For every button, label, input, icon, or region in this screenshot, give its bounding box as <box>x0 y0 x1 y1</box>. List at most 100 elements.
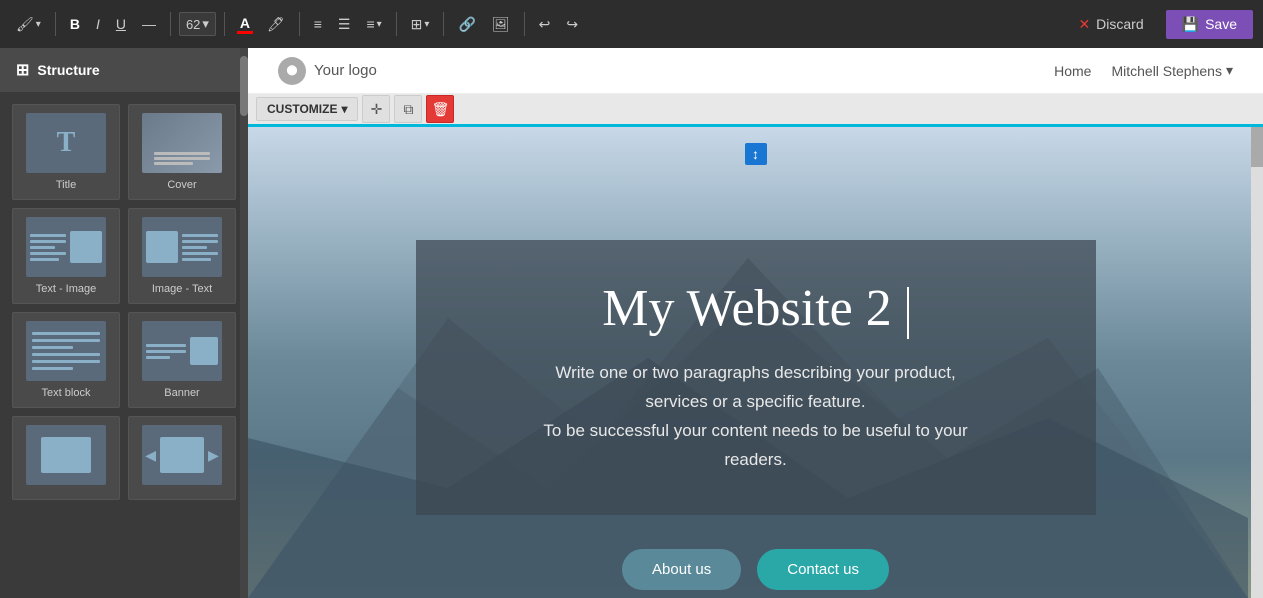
bold-btn[interactable]: B <box>64 12 86 36</box>
block-preview-slideshow: ◀ ▶ <box>142 425 222 485</box>
t4 <box>30 252 66 255</box>
hero-subtitle[interactable]: Write one or two paragraphs describing y… <box>466 359 1046 475</box>
hero-subtitle-line4: readers. <box>724 450 786 469</box>
about-us-btn[interactable]: About us <box>622 549 741 590</box>
save-icon: 💾 <box>1182 16 1199 33</box>
hero-content-box[interactable]: My Website 2 Write one or two paragraphs… <box>416 240 1096 515</box>
block-item-text-image[interactable]: Text - Image <box>12 208 120 304</box>
block-item-slideshow[interactable]: ◀ ▶ <box>128 416 236 500</box>
canvas-scrollbar[interactable] <box>1251 127 1263 598</box>
save-btn[interactable]: 💾 Save <box>1166 10 1253 39</box>
move-btn[interactable]: ✛ <box>362 95 390 123</box>
customize-arrow-icon: ▾ <box>341 102 347 116</box>
text-color-btn[interactable]: A <box>233 13 257 36</box>
text-image-preview <box>26 217 106 277</box>
banner-text-lines <box>146 344 186 359</box>
toolbar-left: 🖌 ▾ B I U — 62 ▾ A 🖊 ≡ ☰ ≡ ▾ ⊞ ▾ 🔗 🖼 ↩ ↪ <box>10 12 1060 37</box>
image-text-preview <box>142 217 222 277</box>
nav-home-link[interactable]: Home <box>1054 63 1091 79</box>
block-item-cover[interactable]: Cover <box>128 104 236 200</box>
bn1 <box>146 344 186 347</box>
move-icon: ✛ <box>371 101 383 118</box>
canvas-scrollbar-thumb[interactable] <box>1251 127 1263 167</box>
it2 <box>182 240 218 243</box>
block-label-title: Title <box>56 179 76 191</box>
title-cursor <box>907 287 909 339</box>
slideshow-img <box>160 437 204 473</box>
t1 <box>30 234 66 237</box>
gallery-preview <box>26 425 106 485</box>
it4 <box>182 252 218 255</box>
banner-preview <box>142 321 222 381</box>
undo-btn[interactable]: ↩ <box>533 12 557 37</box>
customize-btn[interactable]: CUSTOMIZE ▾ <box>256 97 358 121</box>
sidebar: ⊞ Structure T Title <box>0 48 248 598</box>
site-nav: ⬤ Your logo Home Mitchell Stephens ▾ <box>248 48 1263 94</box>
copy-icon: ⧉ <box>403 101 413 118</box>
table-btn[interactable]: ⊞ ▾ <box>405 12 436 37</box>
toolbar-divider-2 <box>170 12 171 36</box>
nav-user-name: Mitchell Stephens <box>1111 63 1222 79</box>
block-preview-banner <box>142 321 222 381</box>
list-ul-btn[interactable]: ≡ <box>308 12 328 36</box>
paint-btn[interactable]: 🖊 <box>261 12 291 37</box>
link-btn[interactable]: 🔗 <box>452 12 481 37</box>
image-text-lines <box>182 221 218 273</box>
image-insert-btn[interactable]: 🖼 <box>486 12 516 37</box>
align-btn[interactable]: ≡ ▾ <box>360 12 387 36</box>
redo-btn[interactable]: ↪ <box>560 12 584 37</box>
resize-cursor-indicator: ↕ <box>745 143 767 165</box>
block-preview-textblock <box>26 321 106 381</box>
it3 <box>182 246 207 249</box>
block-item-title[interactable]: T Title <box>12 104 120 200</box>
customize-bar: CUSTOMIZE ▾ ✛ ⧉ 🗑 <box>248 94 1263 127</box>
slideshow-arrow-left: ◀ <box>145 447 156 464</box>
customize-label: CUSTOMIZE <box>267 102 337 116</box>
block-label-textblock: Text block <box>42 387 91 399</box>
discard-btn[interactable]: ✕ Discard <box>1064 10 1157 39</box>
sidebar-header-label: Structure <box>37 62 99 78</box>
text-color-bar <box>237 31 253 34</box>
logo-text: Your logo <box>314 62 377 79</box>
nav-user[interactable]: Mitchell Stephens ▾ <box>1111 62 1233 79</box>
copy-btn[interactable]: ⧉ <box>394 95 422 123</box>
hero-section[interactable]: ↕ My Website 2 Write one or two paragrap… <box>248 127 1263 598</box>
hero-title[interactable]: My Website 2 <box>466 280 1046 339</box>
contact-us-btn[interactable]: Contact us <box>757 549 889 590</box>
underline-btn[interactable]: U <box>110 12 132 36</box>
cover-line-2 <box>154 157 210 160</box>
list-ol-btn[interactable]: ☰ <box>332 12 357 37</box>
sidebar-header: ⊞ Structure <box>0 48 248 92</box>
cover-line-1 <box>154 152 210 155</box>
discard-x-icon: ✕ <box>1078 16 1090 33</box>
sidebar-scrollbar-thumb[interactable] <box>240 56 248 116</box>
font-size-btn[interactable]: 62 ▾ <box>179 12 216 36</box>
sidebar-scrollbar[interactable] <box>240 48 248 598</box>
hero-subtitle-line1: Write one or two paragraphs describing y… <box>555 363 955 382</box>
tb1 <box>32 332 100 335</box>
tb2 <box>32 339 100 342</box>
image-text-img <box>146 231 178 263</box>
cursor-indicator-icon: ↕ <box>752 146 759 162</box>
toolbar-divider-1 <box>55 12 56 36</box>
block-item-gallery[interactable] <box>12 416 120 500</box>
toolbar-divider-4 <box>299 12 300 36</box>
block-label-cover: Cover <box>167 179 196 191</box>
text-image-lines <box>30 221 66 273</box>
italic-btn[interactable]: I <box>90 12 106 36</box>
block-item-banner[interactable]: Banner <box>128 312 236 408</box>
hero-subtitle-line3: To be successful your content needs to b… <box>543 421 967 440</box>
toolbar-divider-3 <box>224 12 225 36</box>
discard-label: Discard <box>1096 16 1143 32</box>
bn2 <box>146 350 186 353</box>
block-item-textblock[interactable]: Text block <box>12 312 120 408</box>
delete-btn[interactable]: 🗑 <box>426 95 454 123</box>
block-item-image-text[interactable]: Image - Text <box>128 208 236 304</box>
toolbar-divider-5 <box>396 12 397 36</box>
block-label-banner: Banner <box>164 387 199 399</box>
brush-tool-btn[interactable]: 🖌 ▾ <box>10 12 47 37</box>
strikethrough-btn[interactable]: — <box>136 12 162 36</box>
hero-buttons: About us Contact us <box>416 549 1096 590</box>
toolbar-divider-6 <box>443 12 444 36</box>
save-label: Save <box>1205 16 1237 32</box>
